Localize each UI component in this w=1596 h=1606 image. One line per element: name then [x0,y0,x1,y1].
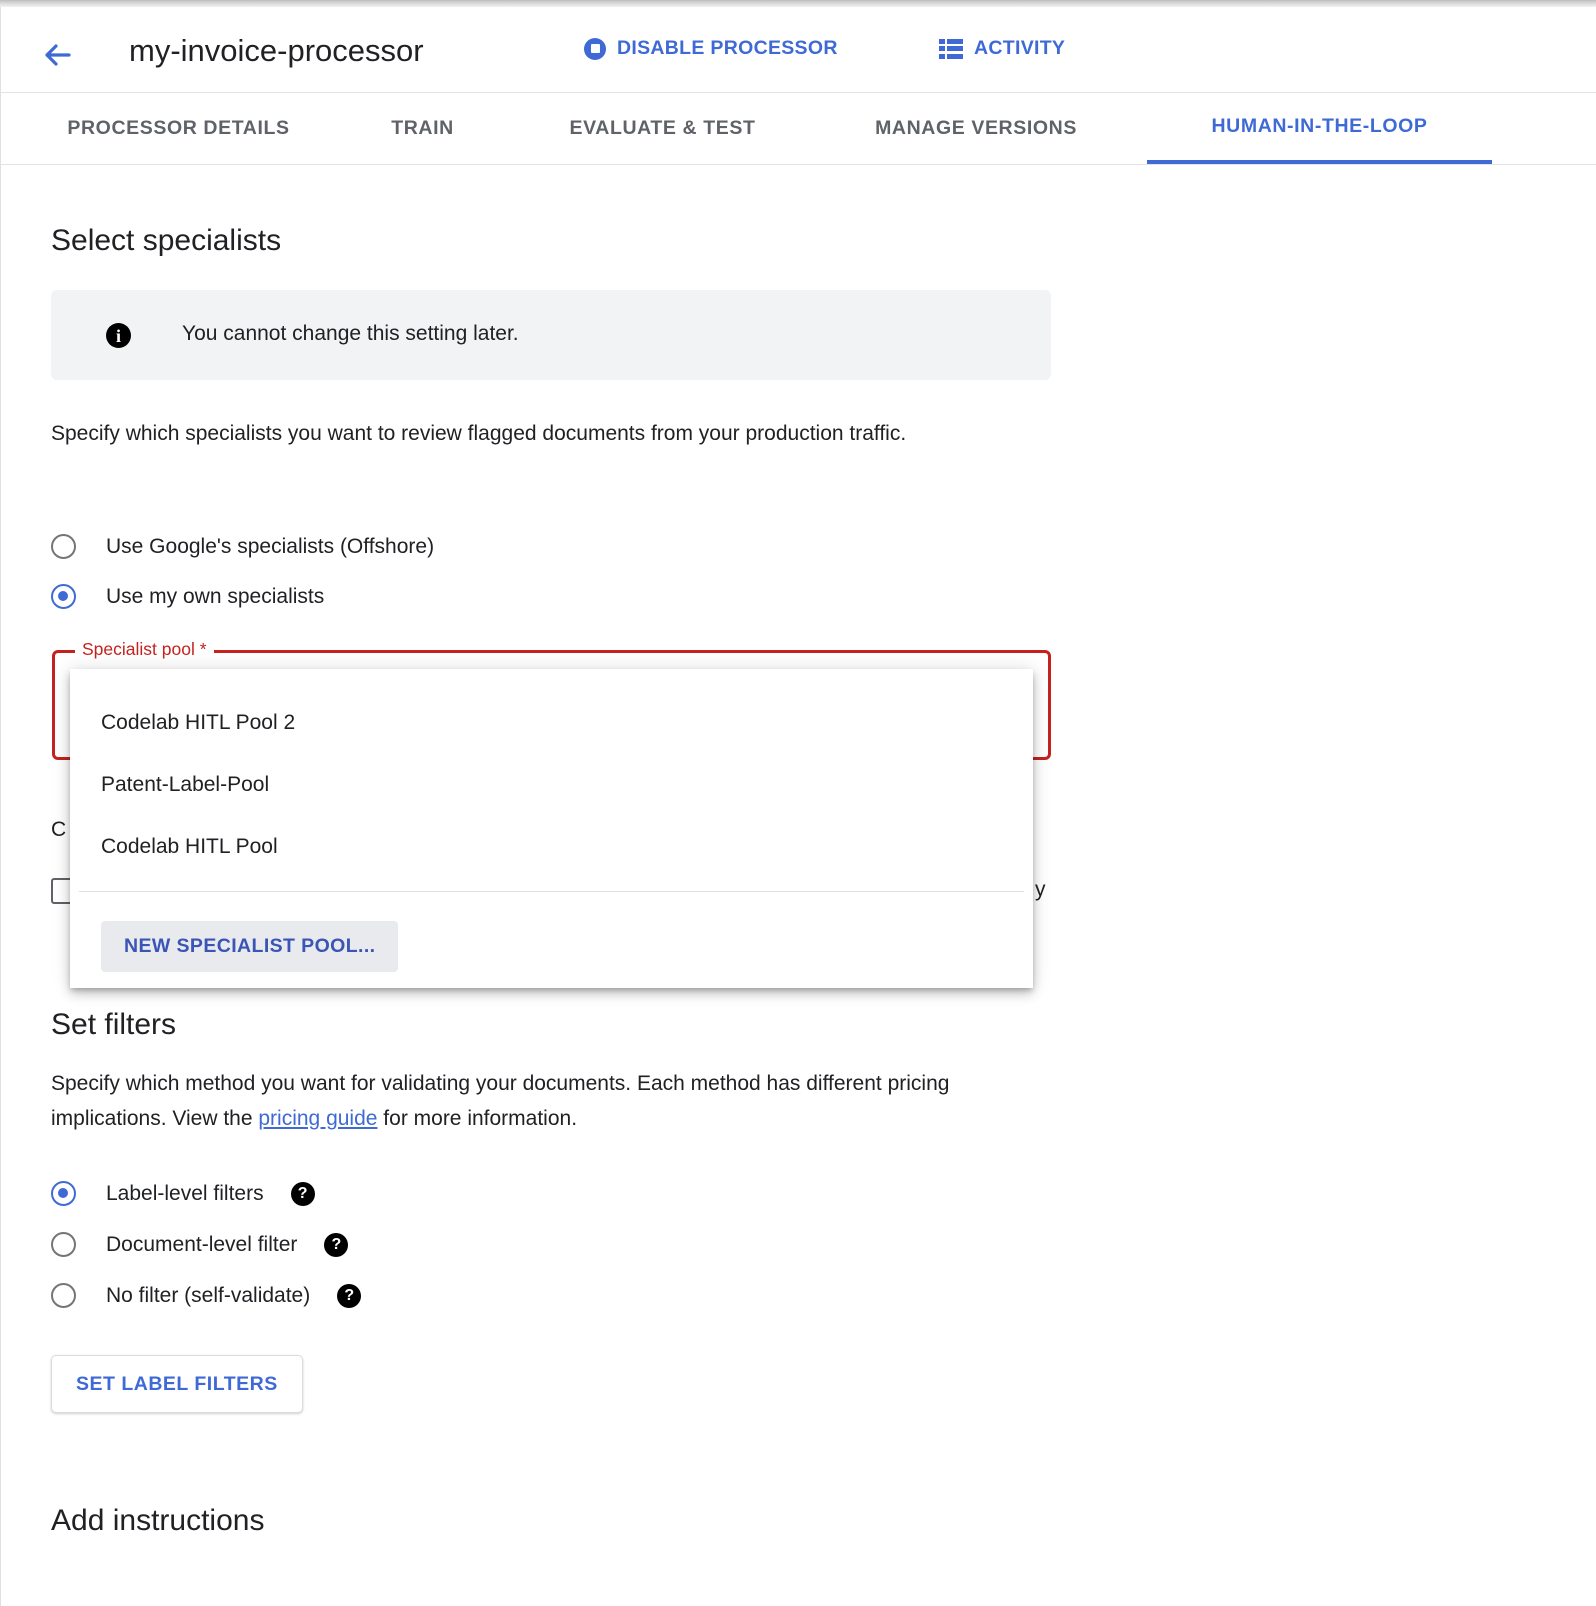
disable-processor-label: DISABLE PROCESSOR [617,37,838,59]
set-filters-description: Specify which method you want for valida… [51,1066,1026,1136]
set-filters-description-part2: for more information. [377,1107,578,1130]
radio-use-google-specialists[interactable]: Use Google's specialists (Offshore) [51,534,434,559]
radio-label-level-filters[interactable]: Label-level filters ? [51,1181,315,1206]
help-icon[interactable]: ? [290,1181,315,1206]
confidence-row-partial: C [51,818,67,841]
info-banner: i You cannot change this setting later. [51,290,1051,380]
radio-no-filter-self-validate[interactable]: No filter (self-validate) ? [51,1283,362,1308]
stop-circle-icon [584,37,606,60]
page-title: my-invoice-processor [129,33,424,68]
page-header: my-invoice-processor DISABLE PROCESSOR A… [1,7,1596,93]
radio-use-own-specialists[interactable]: Use my own specialists [51,584,324,609]
radio-label: Use my own specialists [106,584,325,608]
dropdown-option-codelab-hitl-pool[interactable]: Codelab HITL Pool [101,835,278,859]
radio-label: No filter (self-validate) [106,1283,311,1307]
activity-label: ACTIVITY [974,37,1066,59]
info-banner-text: You cannot change this setting later. [182,322,519,345]
set-filters-title: Set filters [51,1008,177,1041]
window-top-scrollbar[interactable] [0,0,1596,7]
radio-label: Use Google's specialists (Offshore) [106,534,435,558]
select-specialists-title: Select specialists [51,224,282,257]
activity-button[interactable]: ACTIVITY [939,37,1065,60]
confidence-row-tail: y [1035,878,1046,901]
new-specialist-pool-button[interactable]: NEW SPECIALIST POOL... [101,921,399,972]
radio-document-level-filter[interactable]: Document-level filter ? [51,1232,349,1257]
specialist-pool-dropdown: Codelab HITL Pool 2 Patent-Label-Pool Co… [70,669,1033,988]
radio-label: Document-level filter [106,1232,298,1256]
dropdown-divider [79,891,1024,892]
help-icon[interactable]: ? [324,1232,349,1257]
radio-circle-icon [51,1283,76,1308]
tab-bar: PROCESSOR DETAILS TRAIN EVALUATE & TEST … [1,93,1596,165]
specialist-pool-label: Specialist pool * [75,639,214,660]
back-arrow-icon[interactable] [37,35,77,75]
info-icon: i [106,323,131,348]
pricing-guide-link[interactable]: pricing guide [258,1107,377,1130]
set-label-filters-button[interactable]: SET LABEL FILTERS [51,1355,303,1413]
dropdown-option-codelab-hitl-pool-2[interactable]: Codelab HITL Pool 2 [101,711,295,735]
tab-human-in-the-loop[interactable]: HUMAN-IN-THE-LOOP [1147,93,1492,164]
radio-circle-selected-icon [51,584,76,609]
radio-label: Label-level filters [106,1181,264,1205]
main-content: Select specialists i You cannot change t… [1,166,1596,1606]
select-specialists-description: Specify which specialists you want to re… [51,422,907,445]
radio-circle-icon [51,534,76,559]
tab-evaluate-test[interactable]: EVALUATE & TEST [539,93,786,164]
tab-train[interactable]: TRAIN [352,93,493,164]
tab-processor-details[interactable]: PROCESSOR DETAILS [51,93,306,164]
list-icon [939,38,963,59]
dropdown-option-patent-label-pool[interactable]: Patent-Label-Pool [101,773,269,797]
radio-circle-icon [51,1232,76,1257]
disable-processor-button[interactable]: DISABLE PROCESSOR [584,37,838,60]
radio-circle-selected-icon [51,1181,76,1206]
tab-manage-versions[interactable]: MANAGE VERSIONS [832,93,1120,164]
help-icon[interactable]: ? [337,1283,362,1308]
add-instructions-title: Add instructions [51,1504,265,1537]
